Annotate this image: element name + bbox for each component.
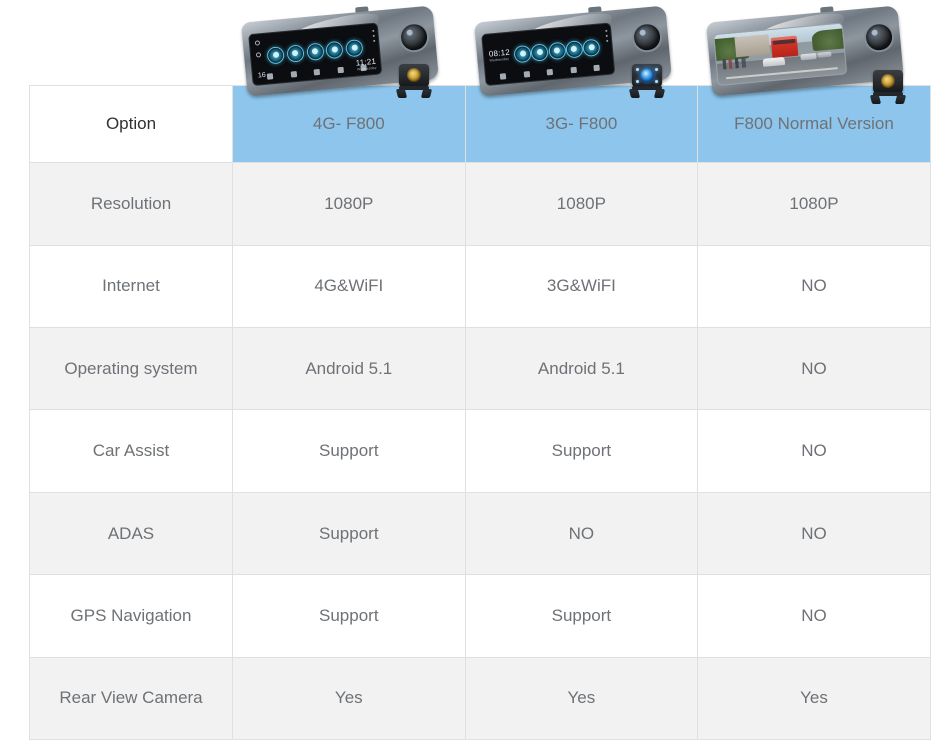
table-cell: 1080P: [232, 162, 466, 246]
table-cell: NO: [697, 244, 931, 329]
mirror-rear-view-display: [713, 22, 848, 87]
table-row: GPS Navigation Support Support NO: [29, 574, 931, 658]
column-header-option: Option: [29, 84, 233, 164]
screen-app-icons: [266, 34, 364, 69]
scene-road: [717, 52, 847, 85]
app-icon: [564, 39, 583, 59]
row-label: Rear View Camera: [29, 656, 233, 741]
scene-car: [762, 56, 786, 67]
app-icon: [345, 38, 364, 57]
front-camera-lens-icon: [863, 20, 896, 54]
table-cell: NO: [697, 491, 931, 576]
table-cell: 1080P: [697, 162, 931, 246]
table-cell: Android 5.1: [232, 327, 466, 411]
screen-clock-time: 08:12: [488, 47, 510, 59]
table-cell: Yes: [697, 656, 931, 741]
table-row: Car Assist Support Support NO: [29, 409, 931, 493]
device-body: [473, 5, 672, 97]
scene-trees-right: [811, 28, 845, 52]
table-cell: 3G&WiFI: [464, 244, 699, 329]
table-row: ADAS Support NO NO: [29, 491, 931, 576]
comparison-table: Option 4G- F800 3G- F800 F800 Normal Versio…: [29, 84, 931, 741]
table-row: Rear View Camera Yes Yes Yes: [29, 656, 931, 741]
screen-left-glyphs: [253, 40, 263, 58]
scene-sky: [714, 23, 844, 51]
table-cell: Support: [464, 409, 699, 493]
rear-camera-body: [631, 64, 662, 87]
rear-camera-leds: [632, 64, 662, 87]
scene-car: [801, 53, 817, 61]
table-cell: Yes: [464, 656, 699, 741]
app-icon: [266, 45, 285, 65]
screen-clock: 08:12 Wednesday: [488, 47, 510, 63]
scene-building: [735, 34, 771, 58]
table-cell: NO: [697, 574, 931, 658]
device-top-nub: [820, 6, 835, 17]
device-body: [241, 5, 439, 97]
table-cell: Support: [464, 574, 699, 658]
rear-camera-body: [399, 64, 429, 87]
scene-trees-left: [714, 36, 751, 62]
row-label: Resolution: [29, 162, 233, 246]
table-cell: NO: [697, 327, 931, 411]
device-top-nub: [355, 6, 370, 17]
device-top-nub: [587, 6, 602, 17]
screen-bottom-bar: [499, 63, 600, 81]
table-header-row: Option 4G- F800 3G- F800 F800 Normal Versio…: [29, 84, 931, 164]
app-icon: [286, 43, 305, 63]
screen-bottom-bar: [266, 63, 367, 81]
dashcam-mirror-device: [706, 5, 905, 97]
table-cell: Yes: [232, 656, 466, 741]
row-label: Internet: [29, 244, 233, 329]
table-cell: NO: [697, 409, 931, 493]
table-cell: 1080P: [464, 162, 699, 246]
table-cell: Android 5.1: [464, 327, 699, 411]
scene-red-bus: [771, 35, 799, 58]
device-touchscreen: 16 11:21 Wednesday: [248, 22, 383, 87]
column-header-colnormal: F800 Normal Version: [697, 84, 931, 164]
row-label: ADAS: [29, 491, 233, 576]
dashcam-mirror-device: 08:12 Wednesday: [473, 5, 672, 97]
front-camera-lens-icon: [397, 20, 431, 54]
rear-camera-lens-icon: [639, 68, 654, 82]
screen-clock-day: Wednesday: [356, 65, 377, 72]
app-icon: [581, 38, 601, 57]
scene-pedestrians: [723, 57, 748, 70]
scene-car: [817, 51, 833, 58]
table-row: Resolution 1080P 1080P 1080P: [29, 162, 931, 246]
comparison-table-wrapper: Option 4G- F800 3G- F800 F800 Normal Versio…: [29, 84, 931, 741]
device-touchscreen: 08:12 Wednesday: [480, 22, 615, 87]
row-label: Car Assist: [29, 409, 233, 493]
front-camera-lens-icon: [630, 20, 664, 54]
screen-right-dots: [372, 29, 376, 42]
screen-left-indicator: 16: [257, 71, 267, 80]
row-label: Operating system: [29, 327, 233, 411]
table-cell: NO: [464, 491, 699, 576]
row-label: GPS Navigation: [29, 574, 233, 658]
table-row: Internet 4G&WiFI 3G&WiFI NO: [29, 244, 931, 329]
column-header-col3g: 3G- F800: [464, 84, 699, 164]
table-row: Operating system Android 5.1 Android 5.1 NO: [29, 327, 931, 411]
app-icon: [305, 42, 325, 61]
comparison-page: 16 11:21 Wednesday 08:12 Wednesday Optio…: [0, 0, 950, 754]
screen-right-dots: [604, 29, 608, 42]
screen-clock: 11:21 Wednesday: [355, 56, 377, 72]
screen-clock-day: Wednesday: [489, 56, 509, 63]
table-cell: Support: [232, 409, 466, 493]
screen-app-icons: [512, 34, 601, 68]
device-body: [706, 5, 905, 97]
table-cell: 4G&WiFI: [232, 244, 466, 329]
app-icon: [547, 41, 566, 60]
rear-camera-lens-icon: [407, 68, 421, 82]
app-icon: [325, 40, 344, 59]
screen-clock-time: 11:21: [355, 56, 377, 68]
app-icon: [530, 42, 549, 62]
column-header-col4g: 4G- F800: [232, 84, 466, 164]
table-cell: Support: [232, 491, 466, 576]
table-cell: Support: [232, 574, 466, 658]
app-icon: [512, 44, 532, 63]
dashcam-mirror-device: 16 11:21 Wednesday: [241, 5, 439, 97]
